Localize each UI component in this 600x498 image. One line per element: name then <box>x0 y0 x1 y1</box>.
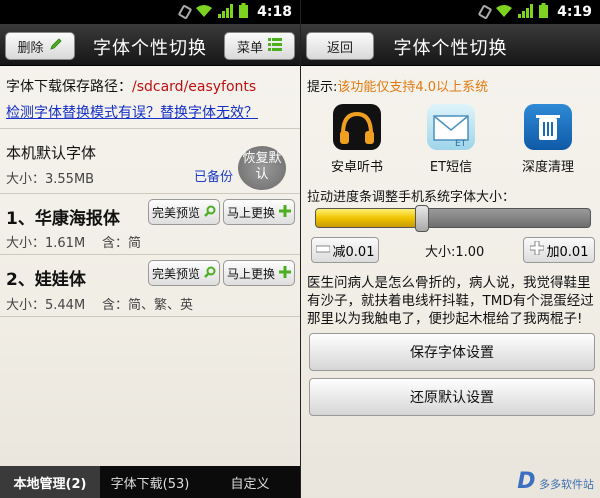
title-bar: 返回 字体个性切换 <box>301 24 600 66</box>
battery-icon <box>239 2 249 22</box>
decrease-button[interactable]: 减0.01 <box>311 237 379 263</box>
wifi-icon <box>495 3 513 22</box>
tip-row: 提示:该功能仅支持4.0以上系统 <box>307 76 488 95</box>
preview-button[interactable]: 完美预览 <box>148 199 220 225</box>
trash-icon[interactable] <box>524 104 572 150</box>
slider-fill <box>316 209 418 227</box>
wifi-icon <box>195 3 213 22</box>
status-bar: 4:18 <box>0 0 300 24</box>
replace-button[interactable]: 马上更换 <box>223 260 295 286</box>
vibrate-icon <box>477 4 493 20</box>
plus-icon <box>279 204 291 220</box>
plus-icon <box>529 240 545 259</box>
battery-icon <box>539 2 549 22</box>
backed-up-label: 已备份 <box>194 170 234 185</box>
size-value: 大小:1.00 <box>425 245 485 260</box>
preview-button-label: 完美预览 <box>151 266 200 281</box>
restore-default-settings-button[interactable]: 还原默认设置 <box>309 378 595 416</box>
sample-text: 医生问病人是怎么骨折的，病人说，我觉得鞋里有沙子，就扶着电线杆抖鞋，TMD有个混… <box>307 275 594 327</box>
save-path-row: 字体下载保存路径：/sdcard/easyfonts <box>6 76 256 96</box>
divider <box>0 128 300 129</box>
replace-button[interactable]: 马上更换 <box>223 199 295 225</box>
restore-default-button[interactable]: 恢复默认 <box>238 146 286 190</box>
menu-button[interactable]: 菜单 <box>224 32 295 60</box>
tip-value: 该功能仅支持4.0以上系统 <box>337 80 489 95</box>
font-size: 大小：1.61M <box>6 236 86 251</box>
page-title: 字体个性切换 <box>393 38 508 59</box>
minus-icon <box>315 243 331 258</box>
divider <box>0 316 300 317</box>
menu-button-label: 菜单 <box>236 40 263 56</box>
envelope-icon[interactable]: ET <box>427 104 475 150</box>
decrease-label: 减0.01 <box>332 244 375 260</box>
title-bar: 删除 字体个性切换 菜单 <box>0 24 300 66</box>
tab-local[interactable]: 本地管理(2) <box>0 466 100 498</box>
headphones-icon[interactable] <box>333 104 381 150</box>
signal-icon <box>518 3 534 22</box>
status-bar: 4:19 <box>301 0 600 24</box>
font-name: 2、娃娃体 <box>6 270 86 290</box>
preview-button-label: 完美预览 <box>151 205 200 220</box>
tip-label: 提示: <box>307 80 338 95</box>
signal-icon <box>218 3 234 22</box>
tab-custom[interactable]: 自定义 <box>200 466 300 498</box>
magnifier-icon <box>204 266 216 281</box>
font-contains: 含：简、繁、英 <box>102 298 194 313</box>
app-label: 深度清理 <box>521 160 574 175</box>
svg-text:ET: ET <box>455 139 467 149</box>
save-path-label: 字体下载保存路径： <box>6 79 132 95</box>
status-time: 4:18 <box>257 4 292 20</box>
bottom-tab-bar: 本地管理(2) 字体下载(53) 自定义 <box>0 466 300 498</box>
slider-label: 拉动进度条调整手机系统字体大小： <box>307 190 516 205</box>
font-name: 1、华康海报体 <box>6 209 120 229</box>
help-link[interactable]: 检测字体替换模式有误？替换字体无效？ <box>6 102 258 122</box>
app-label: ET短信 <box>429 160 473 175</box>
vibrate-icon <box>177 4 193 20</box>
magnifier-icon <box>204 205 216 220</box>
list-icon <box>268 37 282 55</box>
replace-button-label: 马上更换 <box>226 205 275 220</box>
plus-icon <box>279 265 291 281</box>
font-contains: 含：简 <box>102 236 142 251</box>
increase-button[interactable]: 加0.01 <box>523 237 595 263</box>
left-screen: 4:18 删除 字体个性切换 菜单 字体下载保存路径：/sdcard/easyf… <box>0 0 300 498</box>
save-font-settings-button[interactable]: 保存字体设置 <box>309 333 595 371</box>
slider-thumb[interactable] <box>415 205 429 232</box>
font-size: 大小：5.44M <box>6 298 86 313</box>
preview-button[interactable]: 完美预览 <box>148 260 220 286</box>
save-path-value: /sdcard/easyfonts <box>132 79 257 95</box>
tab-download[interactable]: 字体下载(53) <box>100 466 200 498</box>
default-font-size: 大小：3.55MB <box>6 172 95 187</box>
increase-label: 加0.01 <box>546 244 589 260</box>
replace-button-label: 马上更换 <box>226 266 275 281</box>
watermark-logo: D 多多软件站 <box>517 469 594 494</box>
right-screen: 4:19 返回 字体个性切换 提示:该功能仅支持4.0以上系统 安卓听书 ET … <box>300 0 600 498</box>
divider <box>0 193 300 194</box>
default-font-name: 本机默认字体 <box>6 144 97 162</box>
status-time: 4:19 <box>557 4 592 20</box>
divider <box>0 254 300 255</box>
font-size-slider[interactable] <box>315 208 591 228</box>
app-label: 安卓听书 <box>330 160 383 175</box>
